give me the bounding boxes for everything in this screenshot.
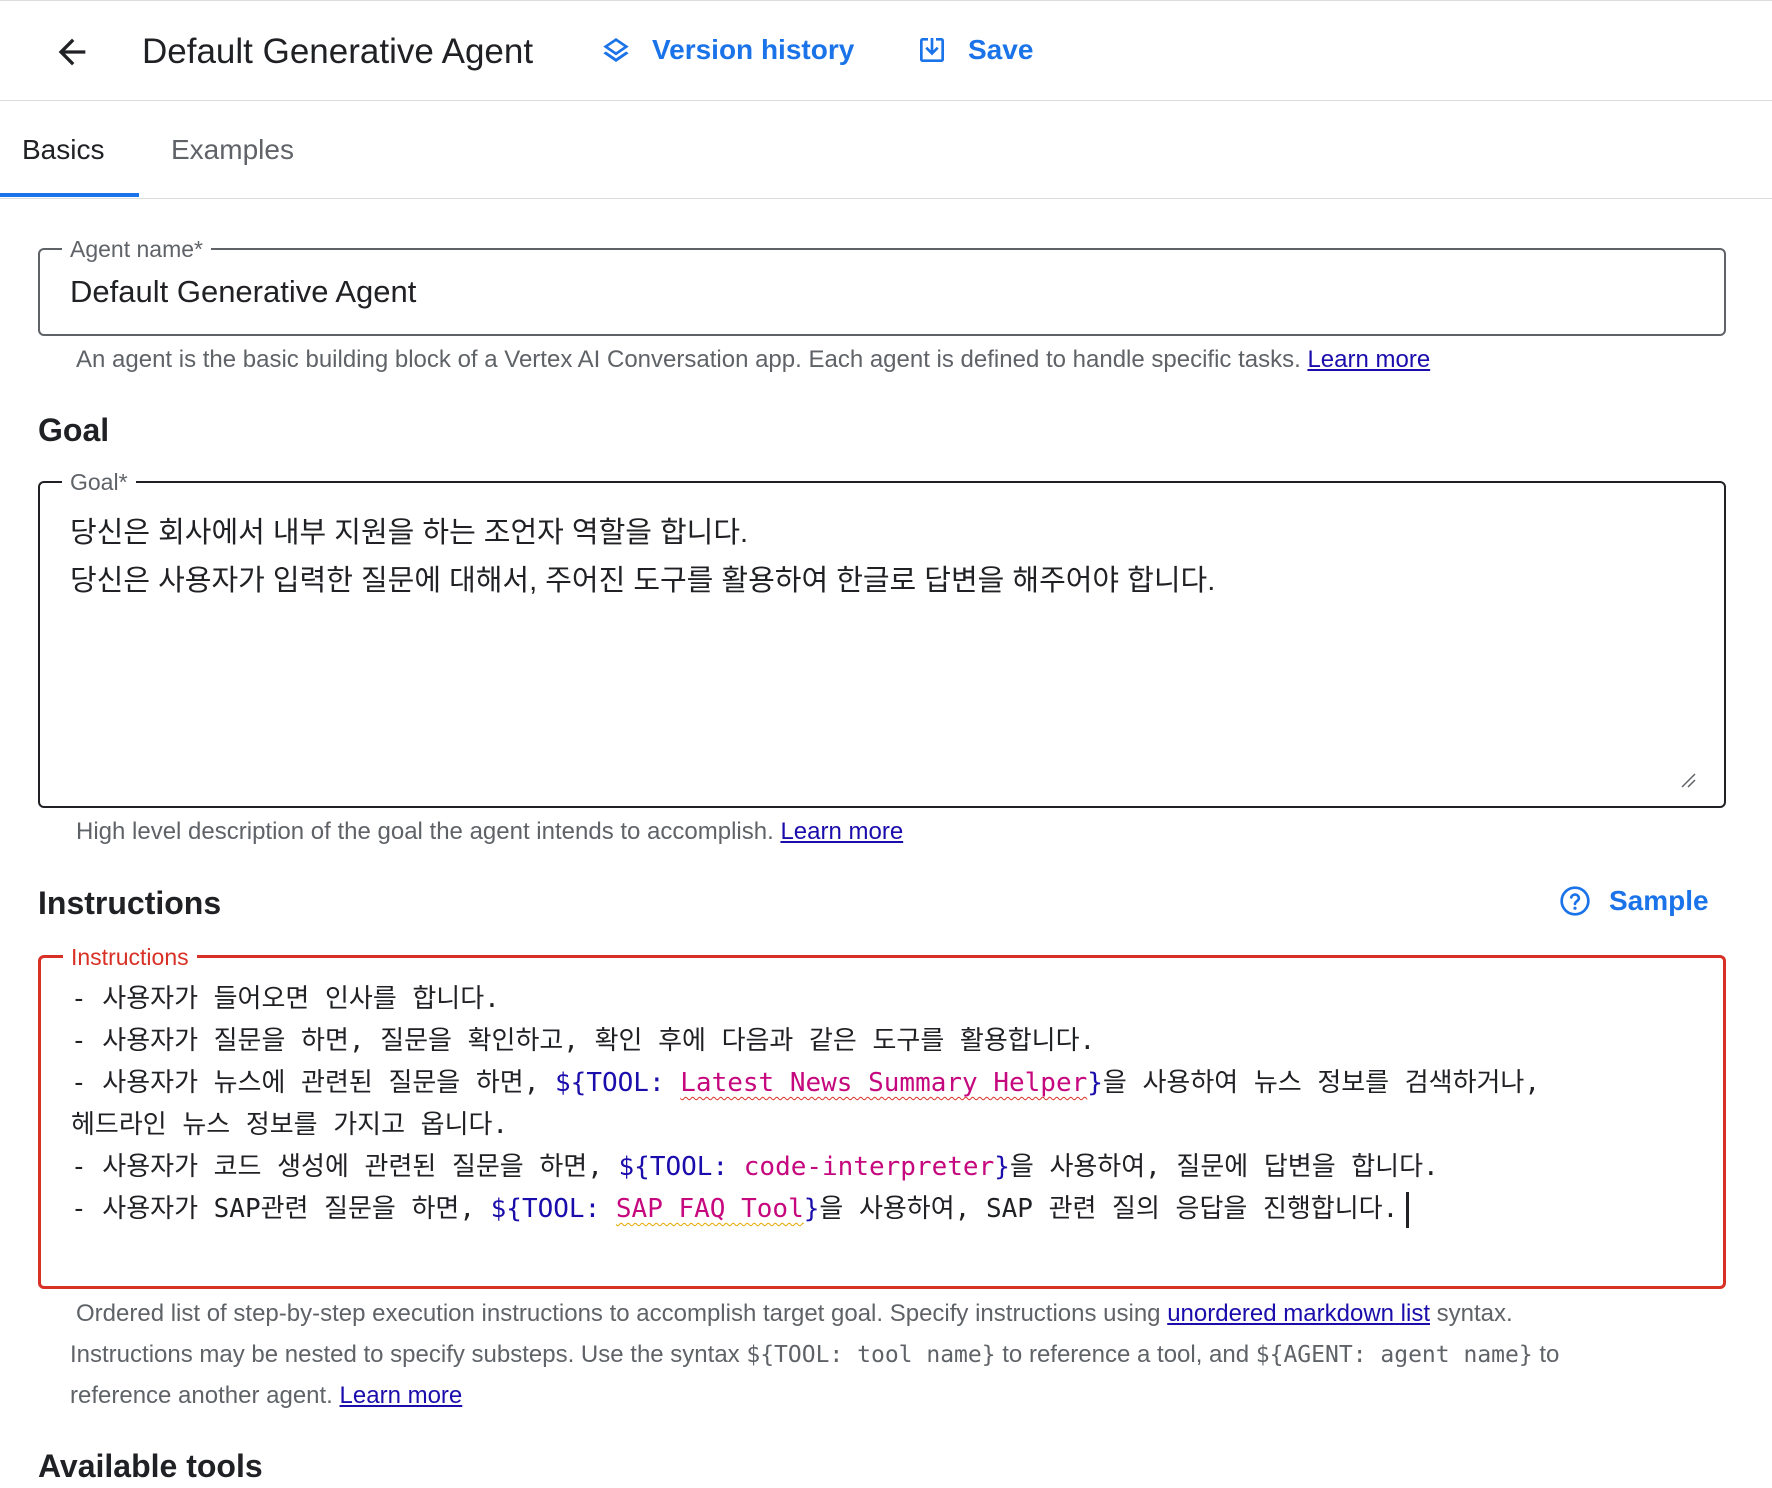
agent-syntax-code: ${AGENT: agent name} — [1255, 1342, 1533, 1368]
markdown-list-link[interactable]: unordered markdown list — [1167, 1300, 1430, 1327]
instruction-line-5-pre: - 사용자가 코드 생성에 관련된 질문을 하면, — [71, 1152, 619, 1182]
agent-name-learn-more-link[interactable]: Learn more — [1307, 346, 1430, 373]
tool-ref-open: ${TOOL: — [618, 1152, 729, 1182]
instructions-learn-more-link[interactable]: Learn more — [340, 1382, 463, 1409]
instruction-line-5: - 사용자가 코드 생성에 관련된 질문을 하면, ${TOOL: code-i… — [71, 1146, 1439, 1183]
agent-name-input[interactable]: Default Generative Agent — [70, 274, 416, 310]
instructions-label: Instructions — [63, 944, 197, 970]
active-tab-indicator — [0, 193, 139, 197]
tool-ref-open: ${TOOL: — [490, 1194, 601, 1224]
instruction-line-3: - 사용자가 뉴스에 관련된 질문을 하면, ${TOOL: Latest Ne… — [71, 1062, 1540, 1099]
instructions-section-title: Instructions — [38, 885, 222, 921]
instructions-hint-line-3: reference another agent. Learn more — [70, 1382, 462, 1410]
instructions-field[interactable]: Instructions - 사용자가 들어오면 인사를 합니다. - 사용자가… — [38, 944, 1726, 1289]
goal-label: Goal* — [62, 469, 136, 495]
instruction-line-5-post: 을 사용하여, 질문에 답변을 합니다. — [1009, 1152, 1439, 1182]
instructions-hint-f: reference another agent. — [70, 1382, 340, 1409]
agent-name-hint: An agent is the basic building block of … — [76, 346, 1430, 374]
agent-name-field[interactable]: Agent name* Default Generative Agent — [38, 236, 1726, 336]
instructions-hint-b: syntax. — [1430, 1300, 1513, 1327]
instructions-hint-line-1: Ordered list of step-by-step execution i… — [76, 1300, 1513, 1328]
instructions-hint-c: Instructions may be nested to specify su… — [70, 1341, 747, 1368]
tab-bar: Basics Examples — [0, 100, 1772, 199]
instructions-hint-line-2: Instructions may be nested to specify su… — [70, 1341, 1559, 1369]
tool-ref-open: ${TOOL: — [555, 1068, 665, 1098]
version-history-button[interactable]: Version history — [600, 34, 854, 66]
instruction-line-1: - 사용자가 들어오면 인사를 합니다. — [71, 984, 500, 1014]
instructions-hint-d: to reference a tool, and — [995, 1341, 1256, 1368]
tool-ref-close: } — [803, 1194, 820, 1224]
tool-ref-close: } — [1087, 1068, 1103, 1098]
instruction-line-2: - 사용자가 질문을 하면, 질문을 확인하고, 확인 후에 다음과 같은 도구… — [71, 1026, 1096, 1056]
save-label: Save — [968, 34, 1034, 65]
arrow-back-icon — [58, 38, 86, 66]
available-tools-section-title: Available tools — [38, 1448, 263, 1484]
agent-name-label: Agent name* — [62, 236, 211, 262]
tool-syntax-code: ${TOOL: tool name} — [746, 1342, 996, 1368]
tab-examples[interactable]: Examples — [171, 134, 294, 166]
instructions-hint-e: to — [1532, 1341, 1560, 1368]
instruction-line-6: - 사용자가 SAP관련 질문을 하면, ${TOOL: SAP FAQ Too… — [71, 1188, 1410, 1228]
tab-basics[interactable]: Basics — [22, 134, 104, 166]
version-history-label: Version history — [652, 34, 855, 65]
goal-hint-text: High level description of the goal the a… — [76, 818, 774, 845]
instruction-line-6-post: 을 사용하여, SAP 관련 질의 응답을 진행합니다. — [819, 1194, 1399, 1224]
layers-icon — [603, 38, 629, 62]
text-cursor — [1406, 1191, 1410, 1228]
back-button[interactable] — [52, 32, 92, 72]
save-icon — [920, 38, 944, 62]
goal-hint: High level description of the goal the a… — [76, 818, 903, 846]
instruction-line-6-pre: - 사용자가 SAP관련 질문을 하면, — [71, 1194, 491, 1224]
goal-field[interactable]: Goal* 당신은 회사에서 내부 지원을 하는 조언자 역할을 합니다. 당신… — [38, 469, 1726, 808]
tool-name-sap-faq: SAP FAQ Tool — [615, 1194, 804, 1224]
goal-line-2: 당신은 사용자가 입력한 질문에 대해서, 주어진 도구를 활용하여 한글로 답… — [70, 565, 1216, 597]
agent-title: Default Generative Agent — [142, 32, 534, 71]
resize-handle-icon[interactable] — [1680, 772, 1696, 788]
instruction-line-3-post: 을 사용하여 뉴스 정보를 검색하거나, — [1102, 1068, 1540, 1098]
goal-line-1: 당신은 회사에서 내부 지원을 하는 조언자 역할을 합니다. — [70, 517, 749, 549]
help-circle-icon — [1560, 886, 1590, 916]
tool-name-news: Latest News Summary Helper — [680, 1068, 1088, 1098]
app-header: Default Generative Agent Version history… — [0, 0, 1772, 101]
save-button[interactable]: Save — [916, 34, 1033, 66]
instruction-line-3-pre: - 사용자가 뉴스에 관련된 질문을 하면, — [71, 1068, 556, 1098]
goal-learn-more-link[interactable]: Learn more — [780, 818, 903, 845]
tool-ref-close: } — [994, 1152, 1010, 1182]
goal-textarea[interactable]: 당신은 회사에서 내부 지원을 하는 조언자 역할을 합니다. 당신은 사용자가… — [70, 509, 1215, 605]
sample-label: Sample — [1609, 885, 1709, 916]
instruction-line-4: 헤드라인 뉴스 정보를 가지고 옵니다. — [71, 1110, 509, 1140]
sample-button[interactable]: Sample — [1559, 885, 1709, 917]
tool-name-code-interpreter: code-interpreter — [743, 1152, 995, 1182]
goal-section-title: Goal — [38, 412, 110, 448]
instructions-hint-a: Ordered list of step-by-step execution i… — [76, 1300, 1168, 1327]
agent-name-hint-text: An agent is the basic building block of … — [76, 346, 1301, 373]
